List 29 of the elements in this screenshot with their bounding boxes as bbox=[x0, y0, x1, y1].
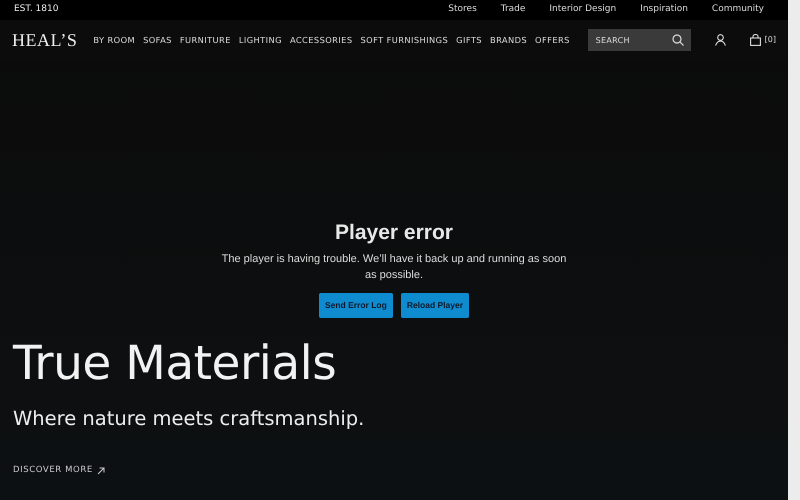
established-tagline: EST. 1810 bbox=[14, 3, 58, 16]
top-link[interactable]: Community bbox=[712, 3, 764, 17]
nav-link[interactable]: ACCESSORIES bbox=[290, 34, 352, 46]
player-button[interactable]: Send Error Log bbox=[318, 293, 393, 318]
nav-link[interactable]: LIGHTING bbox=[238, 34, 282, 46]
discover-more-link[interactable]: DISCOVER MORE bbox=[13, 464, 105, 477]
search-field[interactable]: SEARCH bbox=[588, 29, 691, 51]
nav-link[interactable]: BRANDS bbox=[490, 34, 528, 46]
error-title: Player error bbox=[334, 220, 454, 246]
top-link[interactable]: Trade bbox=[500, 3, 526, 17]
nav-link[interactable]: BY ROOM bbox=[93, 34, 136, 46]
brand-logo[interactable]: HEAL’S bbox=[12, 26, 78, 54]
account-icon[interactable] bbox=[714, 34, 726, 46]
basket-icon[interactable] bbox=[750, 34, 761, 46]
nav-link[interactable]: GIFTS bbox=[456, 34, 482, 46]
nav-link[interactable]: SOFT FURNISHINGS bbox=[360, 34, 448, 46]
nav-link[interactable]: OFFERS bbox=[535, 34, 570, 46]
hero-subtitle: Where nature meets craftsmanship. bbox=[13, 406, 366, 432]
hero-title: True Materials bbox=[13, 336, 338, 392]
player-button[interactable]: Reload Player bbox=[400, 293, 470, 318]
top-link[interactable]: Stores bbox=[448, 3, 477, 17]
nav-link[interactable]: SOFAS bbox=[143, 34, 172, 46]
search-icon[interactable] bbox=[672, 34, 684, 46]
nav-link[interactable]: FURNITURE bbox=[180, 34, 231, 46]
basket-count[interactable]: [0] bbox=[764, 34, 776, 46]
arrow-icon bbox=[96, 466, 105, 475]
top-link[interactable]: Interior Design bbox=[549, 3, 616, 17]
error-message: The player is having trouble. We’ll have it back up and running as soon as possible. bbox=[220, 252, 568, 284]
top-link[interactable]: Inspiration bbox=[640, 3, 688, 17]
